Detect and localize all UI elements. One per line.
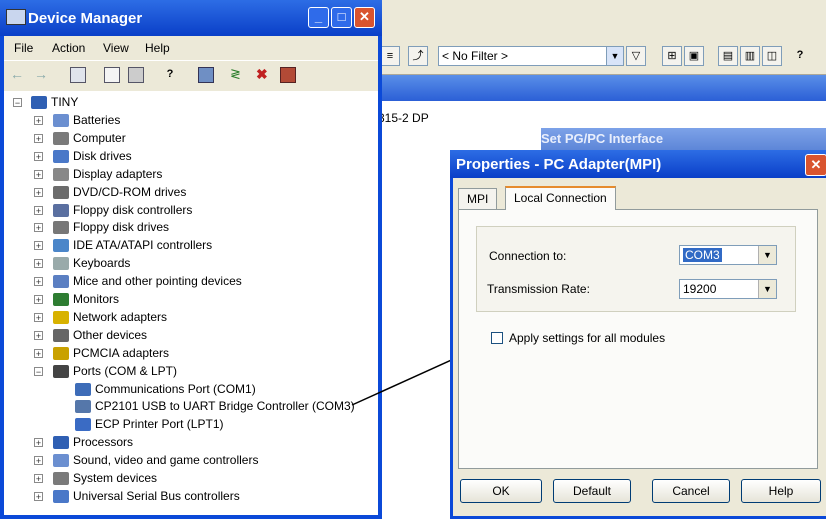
close-icon: ✕ xyxy=(810,157,822,172)
help-button-label: Help xyxy=(768,484,794,498)
properties-title: Properties - PC Adapter(MPI) xyxy=(456,156,662,173)
ok-button-label: OK xyxy=(492,484,510,498)
default-button[interactable]: Default xyxy=(553,479,631,503)
tab-local-connection-label: Local Connection xyxy=(514,191,607,205)
cancel-button-label: Cancel xyxy=(672,484,710,498)
transmission-rate-value: 19200 xyxy=(683,282,717,296)
connection-to-value: COM3 xyxy=(683,248,722,262)
tab-mpi-label: MPI xyxy=(467,192,489,206)
tab-local-connection[interactable]: Local Connection xyxy=(505,186,616,210)
apply-all-modules-label: Apply settings for all modules xyxy=(509,331,666,345)
tab-mpi[interactable]: MPI xyxy=(458,188,498,209)
connection-to-label: Connection to: xyxy=(489,249,567,263)
cancel-button[interactable]: Cancel xyxy=(652,479,730,503)
chevron-down-icon[interactable]: ▼ xyxy=(758,246,776,264)
apply-all-modules-checkbox[interactable] xyxy=(491,332,503,344)
connection-settings-group xyxy=(476,226,796,312)
chevron-down-icon[interactable]: ▼ xyxy=(758,280,776,298)
default-button-label: Default xyxy=(572,484,612,498)
connection-to-dropdown[interactable]: COM3 ▼ xyxy=(679,245,777,265)
transmission-rate-label: Transmission Rate: xyxy=(487,282,590,296)
help-button[interactable]: Help xyxy=(741,479,821,503)
transmission-rate-dropdown[interactable]: 19200 ▼ xyxy=(679,279,777,299)
properties-close-button[interactable]: ✕ xyxy=(805,154,826,176)
ok-button[interactable]: OK xyxy=(460,479,542,503)
